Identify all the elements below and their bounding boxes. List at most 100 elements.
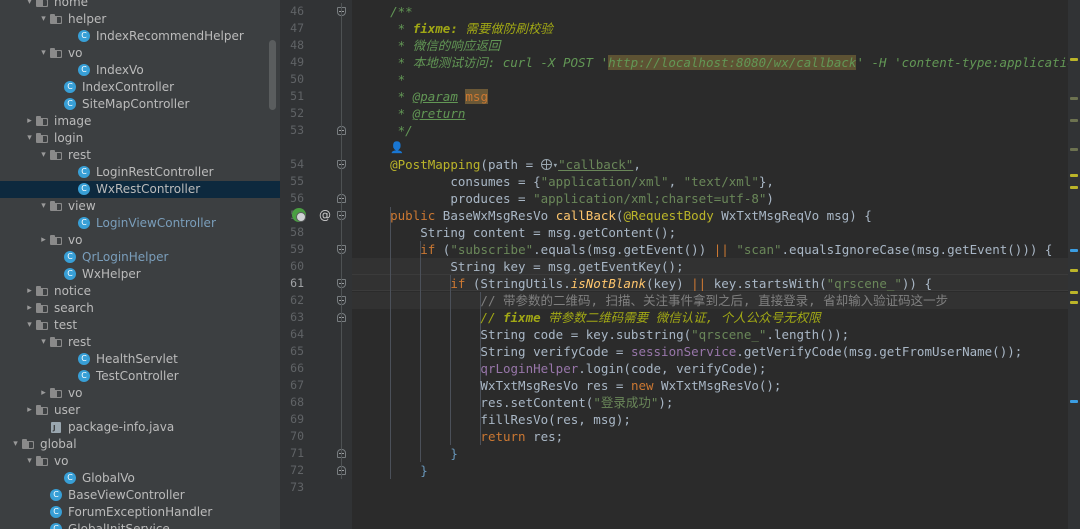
spring-bean-icon[interactable]: [292, 208, 306, 222]
code-line-52[interactable]: * @return: [360, 105, 466, 122]
error-stripe-mark[interactable]: [1070, 119, 1078, 122]
code-line-49[interactable]: * 本地测试访问: curl -X POST 'http://localhost…: [360, 54, 1068, 71]
tree-item-vo[interactable]: ▸ vo: [0, 385, 280, 402]
tree-item-rest[interactable]: ▾ rest: [0, 147, 280, 164]
code-line-67[interactable]: WxTxtMsgResVo res = new WxTxtMsgResVo();: [360, 377, 781, 394]
tree-item-global[interactable]: ▾ global: [0, 436, 280, 453]
code-line-64[interactable]: String code = key.substring("qrscene_".l…: [360, 326, 849, 343]
tree-item-helper[interactable]: ▾ helper: [0, 11, 280, 28]
code-line-57[interactable]: public BaseWxMsgResVo callBack(@RequestB…: [360, 207, 872, 224]
code-line-61[interactable]: if (StringUtils.isNotBlank(key) || key.s…: [360, 275, 932, 292]
chevron-right-icon[interactable]: ▸: [24, 300, 35, 317]
chevron-down-icon[interactable]: ▾: [10, 436, 21, 453]
tree-item-notice[interactable]: ▸ notice: [0, 283, 280, 300]
tree-item-search[interactable]: ▸ search: [0, 300, 280, 317]
tree-item-baseviewcontroller[interactable]: BaseViewController: [0, 487, 280, 504]
tree-item-indexcontroller[interactable]: IndexController: [0, 79, 280, 96]
tree-item-vo[interactable]: ▸ vo: [0, 232, 280, 249]
chevron-down-icon[interactable]: ▾: [24, 0, 35, 11]
code-line-58[interactable]: String content = msg.getContent();: [360, 224, 676, 241]
code-content[interactable]: /** * fixme: 需要做防刷校验 * 微信的响应返回 * 本地测试访问:…: [352, 0, 1068, 529]
chevron-down-icon[interactable]: ▾: [38, 198, 49, 215]
tree-item-qrloginhelper[interactable]: QrLoginHelper: [0, 249, 280, 266]
code-line-66[interactable]: qrLoginHelper.login(code, verifyCode);: [360, 360, 766, 377]
override-annotation-icon[interactable]: @: [318, 208, 332, 222]
tree-item-indexrecommendhelper[interactable]: IndexRecommendHelper: [0, 28, 280, 45]
tree-item-healthservlet[interactable]: HealthServlet: [0, 351, 280, 368]
chevron-right-icon[interactable]: ▸: [24, 402, 35, 419]
tree-item-package-info-java[interactable]: package-info.java: [0, 419, 280, 436]
code-line-60[interactable]: String key = msg.getEventKey();: [360, 258, 683, 275]
tree-item-indexvo[interactable]: IndexVo: [0, 62, 280, 79]
code-line-50[interactable]: *: [360, 71, 406, 88]
code-line-63[interactable]: // fixme 带参数二维码需要 微信认证, 个人公众号无权限: [360, 309, 820, 326]
tree-item-label: rest: [68, 148, 92, 162]
chevron-down-icon[interactable]: ▾: [24, 130, 35, 147]
error-stripe-mark[interactable]: [1070, 97, 1078, 100]
code-line-68[interactable]: res.setContent("登录成功");: [360, 394, 673, 411]
code-line-70[interactable]: return res;: [360, 428, 563, 445]
tree-item-loginviewcontroller[interactable]: LoginViewController: [0, 215, 280, 232]
code-line-55[interactable]: consumes = {"application/xml", "text/xml…: [360, 173, 774, 190]
error-stripe-mark[interactable]: [1070, 148, 1078, 151]
web-endpoint-icon[interactable]: [540, 159, 552, 170]
person-icon: 👤: [390, 141, 404, 154]
error-stripe-mark[interactable]: [1070, 301, 1078, 304]
tree-item-test[interactable]: ▾ test: [0, 317, 280, 334]
tree-item-user[interactable]: ▸ user: [0, 402, 280, 419]
tree-item-wxhelper[interactable]: WxHelper: [0, 266, 280, 283]
chevron-right-icon[interactable]: ▸: [38, 232, 49, 249]
code-line-62[interactable]: // 带参数的二维码, 扫描、关注事件拿到之后, 直接登录, 省却输入验证码这一…: [360, 292, 948, 309]
tree-item-rest[interactable]: ▾ rest: [0, 334, 280, 351]
code-line-53[interactable]: */: [360, 122, 413, 139]
error-stripe-mark[interactable]: [1070, 400, 1078, 403]
tree-item-forumexceptionhandler[interactable]: ForumExceptionHandler: [0, 504, 280, 521]
tree-item-image[interactable]: ▸ image: [0, 113, 280, 130]
error-stripe[interactable]: [1068, 0, 1080, 529]
tree-item-vo[interactable]: ▾ vo: [0, 45, 280, 62]
code-line-56[interactable]: produces = "application/xml;charset=utf-…: [360, 190, 774, 207]
chevron-right-icon[interactable]: ▸: [24, 113, 35, 130]
error-stripe-mark[interactable]: [1070, 186, 1078, 189]
chevron-down-icon[interactable]: ▾: [38, 147, 49, 164]
code-line-59[interactable]: if ("subscribe".equals(msg.getEvent()) |…: [360, 241, 1052, 258]
error-stripe-mark[interactable]: [1070, 58, 1078, 61]
chevron-down-icon[interactable]: ▾: [38, 45, 49, 62]
code-line-51[interactable]: * @param msg: [360, 88, 488, 105]
chevron-down-icon[interactable]: ▾: [38, 11, 49, 28]
chevron-down-icon[interactable]: ▾: [24, 453, 35, 470]
tree-item-loginrestcontroller[interactable]: LoginRestController: [0, 164, 280, 181]
chevron-down-icon[interactable]: ▾: [38, 334, 49, 351]
chevron-right-icon[interactable]: ▸: [24, 283, 35, 300]
code-line-69[interactable]: fillResVo(res, msg);: [360, 411, 631, 428]
tree-item-view[interactable]: ▾ view: [0, 198, 280, 215]
tree-item-vo[interactable]: ▾ vo: [0, 453, 280, 470]
tree-item-globalvo[interactable]: GlobalVo: [0, 470, 280, 487]
code-line-65[interactable]: String verifyCode = sessionService.getVe…: [360, 343, 1022, 360]
tree-item-login[interactable]: ▾ login: [0, 130, 280, 147]
error-stripe-mark[interactable]: [1070, 269, 1078, 272]
folder-icon: [49, 335, 64, 350]
chevron-down-icon[interactable]: ▾: [24, 317, 35, 334]
tree-item-wxrestcontroller[interactable]: WxRestController: [0, 181, 280, 198]
code-line-71[interactable]: }: [360, 445, 458, 462]
error-stripe-mark[interactable]: [1070, 174, 1078, 177]
code-line-48[interactable]: * 微信的响应返回: [360, 37, 501, 54]
project-tree[interactable]: ▾ home ▾ helper IndexRecommendHelper ▾ vo Index…: [0, 0, 280, 529]
tree-item-testcontroller[interactable]: TestController: [0, 368, 280, 385]
code-line-47[interactable]: * fixme: 需要做防刷校验: [360, 20, 553, 37]
tree-item-sitemapcontroller[interactable]: SiteMapController: [0, 96, 280, 113]
error-stripe-mark[interactable]: [1070, 291, 1078, 294]
code-line-46[interactable]: /**: [360, 3, 413, 20]
editor-area[interactable]: 4647484950515253545556575859606162636465…: [280, 0, 1080, 529]
code-line-72[interactable]: }: [360, 462, 428, 479]
tree-item-home[interactable]: ▾ home: [0, 0, 280, 11]
project-tree-panel[interactable]: ▾ home ▾ helper IndexRecommendHelper ▾ vo Index…: [0, 0, 280, 529]
tree-item-globalinitservice[interactable]: GlobalInitService: [0, 521, 280, 529]
sidebar-scrollbar-thumb[interactable]: [269, 40, 276, 110]
editor-gutter[interactable]: 4647484950515253545556575859606162636465…: [280, 0, 352, 529]
tree-item-label: TestController: [96, 369, 179, 383]
chevron-right-icon[interactable]: ▸: [38, 385, 49, 402]
code-line-54[interactable]: @PostMapping(path = ▾"callback",: [360, 156, 641, 173]
error-stripe-mark[interactable]: [1070, 249, 1078, 252]
